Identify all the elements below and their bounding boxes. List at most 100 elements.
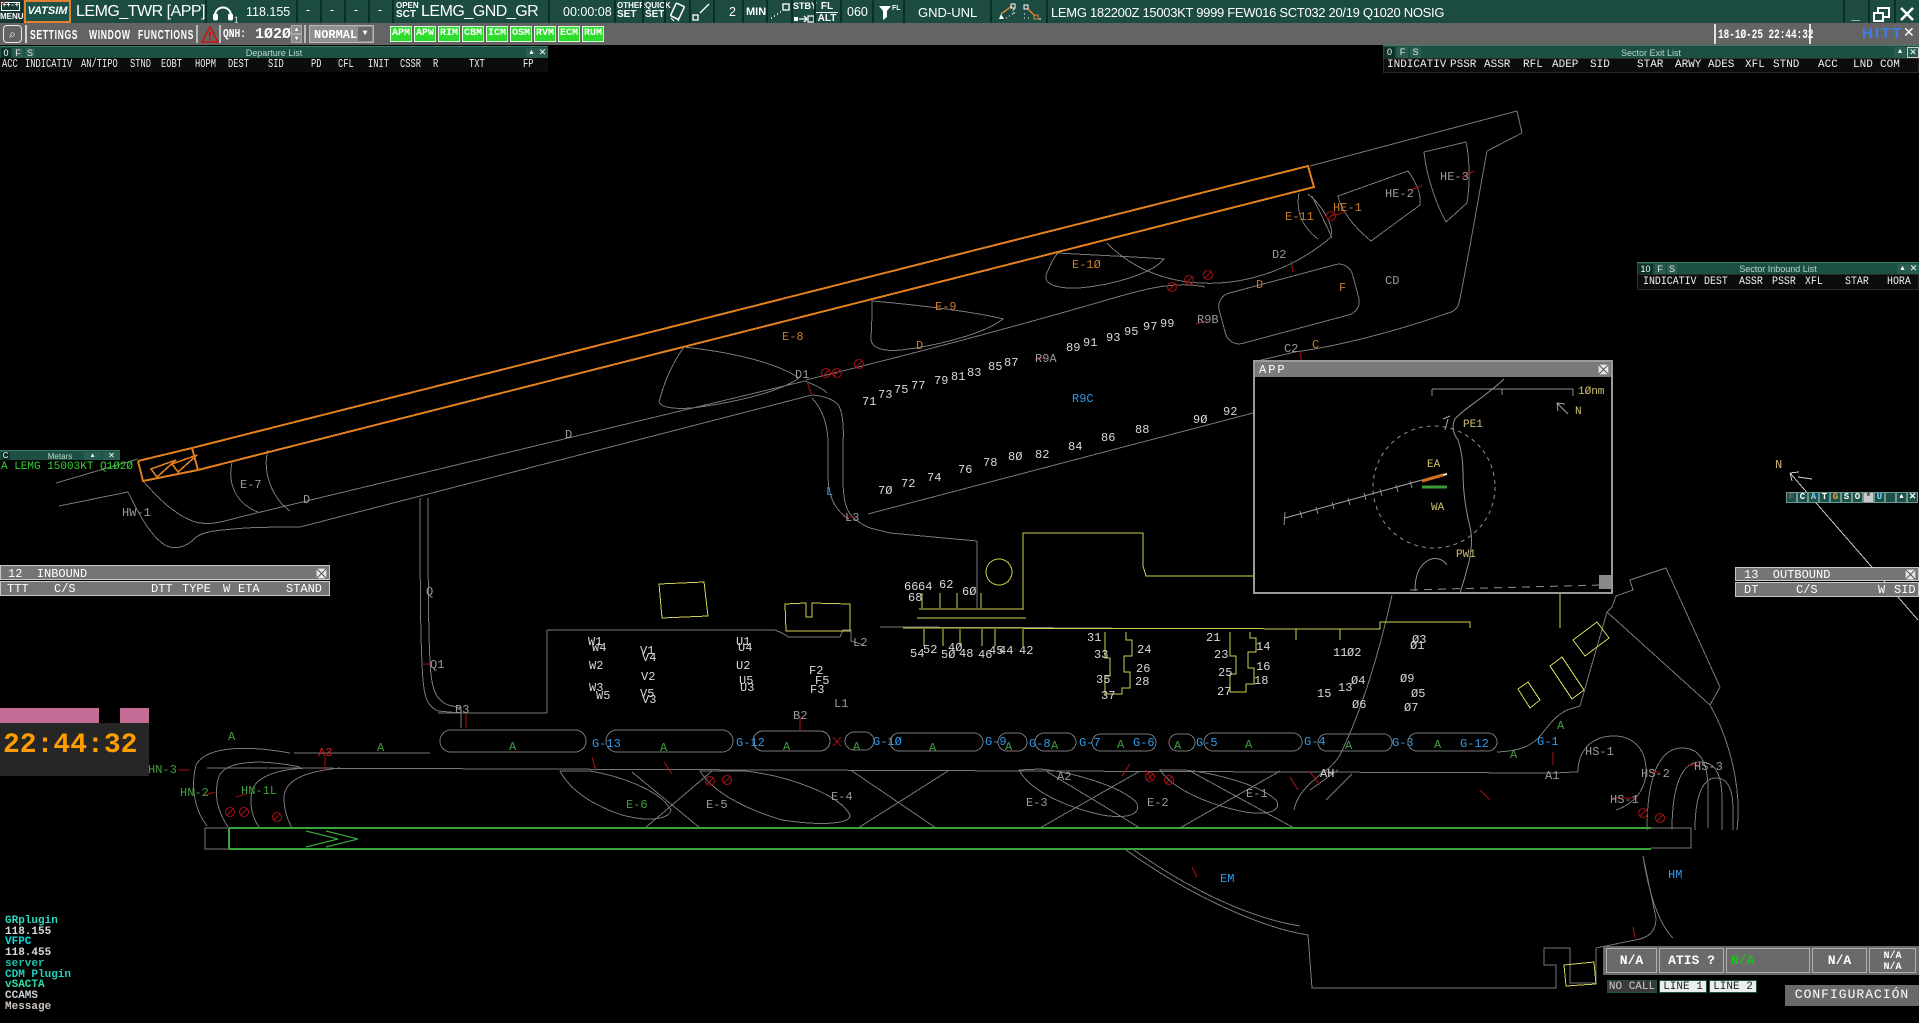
svg-text:A: A	[1117, 738, 1125, 752]
svg-text:L: L	[826, 485, 833, 499]
svg-text:52: 52	[923, 643, 937, 657]
svg-text:N: N	[1775, 458, 1782, 472]
svg-text:Q: Q	[426, 585, 433, 599]
svg-text:92: 92	[1223, 405, 1237, 419]
svg-text:E-6: E-6	[626, 798, 648, 812]
svg-text:U2: U2	[736, 659, 750, 673]
svg-text:15: 15	[1317, 687, 1331, 701]
svg-text:R9B: R9B	[1197, 313, 1219, 327]
svg-text:Ø5: Ø5	[1411, 687, 1425, 701]
svg-text:A3: A3	[318, 746, 332, 760]
svg-text:E-11: E-11	[1285, 210, 1314, 224]
svg-text:B3: B3	[455, 703, 469, 717]
svg-text:E-7: E-7	[240, 478, 262, 492]
svg-text:R9A: R9A	[1035, 352, 1057, 366]
svg-text:A: A	[1434, 738, 1442, 752]
svg-text:26: 26	[1136, 662, 1150, 676]
svg-text:76: 76	[958, 463, 972, 477]
svg-text:N: N	[1575, 406, 1582, 418]
svg-text:6Ø: 6Ø	[962, 585, 976, 599]
svg-text:8Ø: 8Ø	[1008, 450, 1022, 464]
svg-text:HS-1: HS-1	[1585, 745, 1614, 759]
svg-text:L1: L1	[834, 697, 848, 711]
svg-text:31: 31	[1087, 631, 1101, 645]
svg-text:G-4: G-4	[1304, 735, 1326, 749]
svg-text:E-1Ø: E-1Ø	[1072, 258, 1101, 272]
svg-text:97: 97	[1143, 320, 1157, 334]
svg-text:G-1Ø: G-1Ø	[873, 735, 902, 749]
svg-text:95: 95	[1124, 325, 1138, 339]
svg-text:E-8: E-8	[782, 330, 804, 344]
svg-text:V4: V4	[642, 651, 656, 665]
svg-text:EA: EA	[1427, 459, 1441, 471]
svg-text:F: F	[1339, 281, 1346, 295]
svg-text:35: 35	[1096, 673, 1110, 687]
svg-text:G-12: G-12	[1460, 737, 1489, 751]
svg-text:HE-2: HE-2	[1385, 187, 1414, 201]
svg-text:G-8: G-8	[1029, 737, 1051, 751]
svg-text:E-2: E-2	[1147, 796, 1169, 810]
svg-text:Ø4: Ø4	[1351, 674, 1365, 688]
svg-text:CD: CD	[1385, 274, 1399, 288]
svg-text:A1: A1	[1545, 769, 1559, 783]
svg-text:82: 82	[1035, 448, 1049, 462]
svg-text:HW-1: HW-1	[122, 506, 151, 520]
svg-text:G-6: G-6	[1133, 736, 1155, 750]
svg-text:HN-1L: HN-1L	[241, 784, 277, 798]
svg-text:73: 73	[878, 388, 892, 402]
svg-text:91: 91	[1083, 336, 1097, 350]
svg-text:A: A	[1557, 719, 1565, 733]
svg-text:33: 33	[1094, 648, 1108, 662]
svg-text:U4: U4	[738, 641, 752, 655]
svg-text:14: 14	[1256, 640, 1270, 654]
svg-text:L3: L3	[845, 511, 859, 525]
svg-text:89: 89	[1066, 341, 1080, 355]
svg-text:WA: WA	[1431, 502, 1445, 514]
svg-text:HS-3: HS-3	[1694, 760, 1723, 774]
svg-text:62: 62	[939, 578, 953, 592]
svg-text:27: 27	[1217, 685, 1231, 699]
svg-text:G-9: G-9	[985, 735, 1007, 749]
svg-text:44: 44	[999, 644, 1013, 658]
svg-text:23: 23	[1214, 648, 1228, 662]
svg-text:A: A	[228, 730, 236, 744]
svg-text:W4: W4	[592, 641, 606, 655]
svg-text:HS-1: HS-1	[1610, 793, 1639, 807]
svg-text:E-4: E-4	[831, 790, 853, 804]
svg-text:E-9: E-9	[935, 300, 957, 314]
svg-text:Q1: Q1	[430, 658, 444, 672]
svg-text:AH: AH	[1320, 767, 1334, 781]
svg-text:E-1: E-1	[1246, 787, 1268, 801]
svg-text:D1: D1	[795, 368, 809, 382]
svg-text:72: 72	[901, 477, 915, 491]
svg-text:28: 28	[1135, 675, 1149, 689]
svg-text:68: 68	[908, 591, 922, 605]
svg-text:A: A	[783, 740, 791, 754]
svg-text:W2: W2	[589, 659, 603, 673]
svg-text:D2: D2	[1272, 248, 1286, 262]
svg-text:Ø1: Ø1	[1410, 639, 1424, 653]
svg-text:88: 88	[1135, 423, 1149, 437]
svg-text:HE-3: HE-3	[1440, 170, 1469, 184]
svg-text:A: A	[377, 741, 385, 755]
svg-text:E-5: E-5	[706, 798, 728, 812]
svg-text:37: 37	[1101, 689, 1115, 703]
svg-text:D: D	[565, 428, 572, 442]
svg-text:B2: B2	[793, 709, 807, 723]
svg-text:Ø9: Ø9	[1400, 672, 1414, 686]
svg-text:W5: W5	[596, 689, 610, 703]
svg-text:24: 24	[1137, 643, 1151, 657]
svg-text:HN-2: HN-2	[180, 786, 209, 800]
svg-text:C2: C2	[1284, 342, 1298, 356]
svg-text:83: 83	[967, 366, 981, 380]
svg-text:21: 21	[1206, 631, 1220, 645]
svg-text:42: 42	[1019, 644, 1033, 658]
svg-text:86: 86	[1101, 431, 1115, 445]
svg-text:HE-1: HE-1	[1333, 201, 1362, 215]
svg-text:84: 84	[1068, 440, 1082, 454]
svg-text:Ø6: Ø6	[1352, 698, 1366, 712]
svg-text:87: 87	[1004, 356, 1018, 370]
svg-text:Ø2: Ø2	[1347, 646, 1361, 660]
svg-text:A: A	[1510, 748, 1518, 762]
svg-text:HM: HM	[1668, 868, 1682, 882]
